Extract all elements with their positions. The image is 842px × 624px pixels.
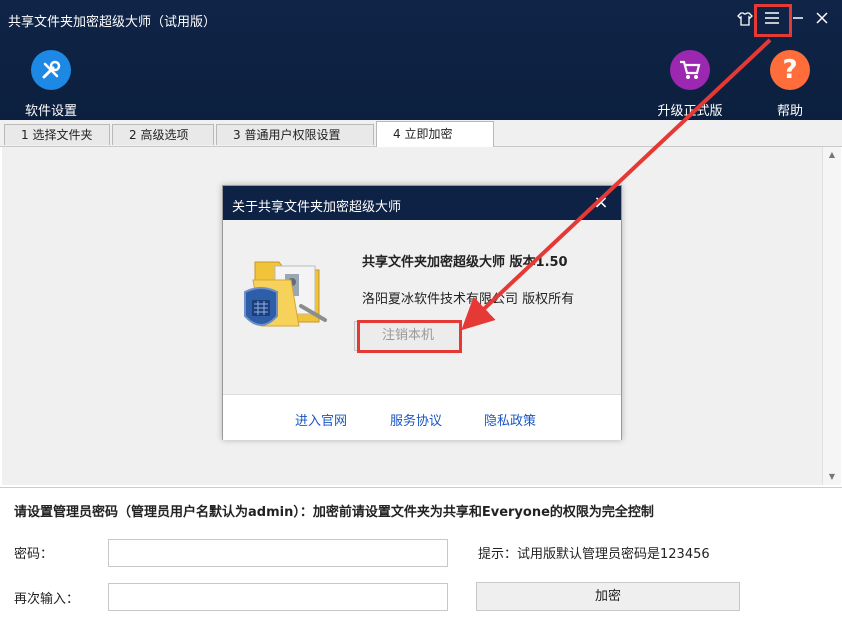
annotation-arrow: [461, 38, 772, 331]
